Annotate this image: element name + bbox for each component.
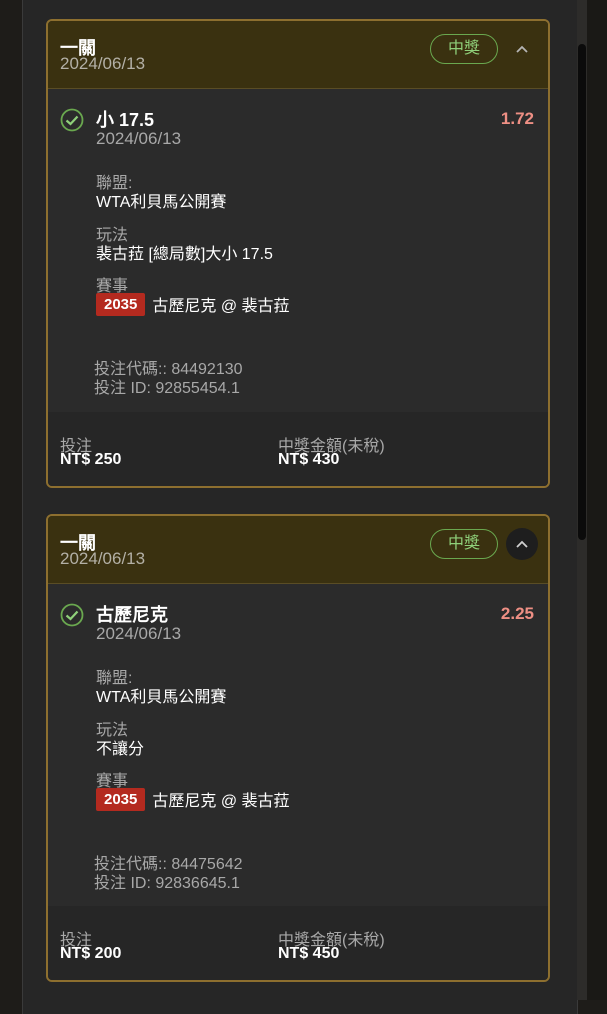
league-value: WTA利貝馬公開賽 bbox=[96, 689, 227, 706]
next-card-edge bbox=[46, 984, 550, 1000]
bet-date: 2024/06/13 bbox=[60, 54, 146, 73]
scrollbar-thumb[interactable] bbox=[578, 44, 586, 540]
status-badge: 中獎 bbox=[430, 34, 498, 64]
payout-value: NT$ 430 bbox=[278, 451, 340, 468]
bet-card-header[interactable]: 一關 2024/06/13 中獎 bbox=[48, 21, 548, 89]
status-badge: 中獎 bbox=[430, 529, 498, 559]
event-row: 2035 古歷尼克 @ 裴古菈 bbox=[96, 292, 290, 316]
market-value: 不讓分 bbox=[96, 741, 145, 758]
bet-card: 一關 2024/06/13 中獎 小 17.5 2024/06/13 1.72 … bbox=[46, 19, 550, 488]
payout-value: NT$ 450 bbox=[278, 945, 340, 962]
selection-date: 2024/06/13 bbox=[96, 624, 182, 643]
bet-card-header[interactable]: 一關 2024/06/13 中獎 bbox=[48, 516, 548, 584]
event-code-badge: 2035 bbox=[96, 292, 146, 316]
odds-value: 1.72 bbox=[500, 109, 534, 128]
collapse-button[interactable] bbox=[506, 528, 538, 560]
bet-card: 一關 2024/06/13 中獎 古歷尼克 2024/06/13 2.25 聯盟… bbox=[46, 514, 550, 982]
check-circle-icon bbox=[60, 603, 84, 627]
chevron-up-icon bbox=[516, 45, 528, 53]
odds-value: 2.25 bbox=[500, 604, 534, 623]
stake-value: NT$ 250 bbox=[60, 451, 122, 468]
collapse-button[interactable] bbox=[506, 33, 538, 65]
market-value: 裴古菈 [總局數]大小 17.5 bbox=[96, 246, 273, 263]
bet-card-body: 古歷尼克 2024/06/13 2.25 聯盟: WTA利貝馬公開賽 玩法 不讓… bbox=[48, 584, 548, 980]
bet-card-body: 小 17.5 2024/06/13 1.72 聯盟: WTA利貝馬公開賽 玩法 … bbox=[48, 89, 548, 486]
bet-summary: 投注 NT$ 200 中獎金額(未稅) NT$ 450 bbox=[48, 906, 548, 980]
bet-date: 2024/06/13 bbox=[60, 549, 146, 568]
chevron-up-icon bbox=[516, 540, 528, 548]
check-circle-icon bbox=[60, 108, 84, 132]
event-name: 古歷尼克 @ 裴古菈 bbox=[152, 298, 290, 315]
bet-summary: 投注 NT$ 250 中獎金額(未稅) NT$ 430 bbox=[48, 412, 548, 486]
league-value: WTA利貝馬公開賽 bbox=[96, 194, 227, 211]
bet-id: 投注 ID: 92836645.1 bbox=[94, 875, 240, 892]
event-code-badge: 2035 bbox=[96, 787, 146, 811]
selection-date: 2024/06/13 bbox=[96, 129, 182, 148]
stake-value: NT$ 200 bbox=[60, 945, 122, 962]
event-row: 2035 古歷尼克 @ 裴古菈 bbox=[96, 787, 290, 811]
bet-id: 投注 ID: 92855454.1 bbox=[94, 380, 240, 397]
event-name: 古歷尼克 @ 裴古菈 bbox=[152, 793, 290, 810]
